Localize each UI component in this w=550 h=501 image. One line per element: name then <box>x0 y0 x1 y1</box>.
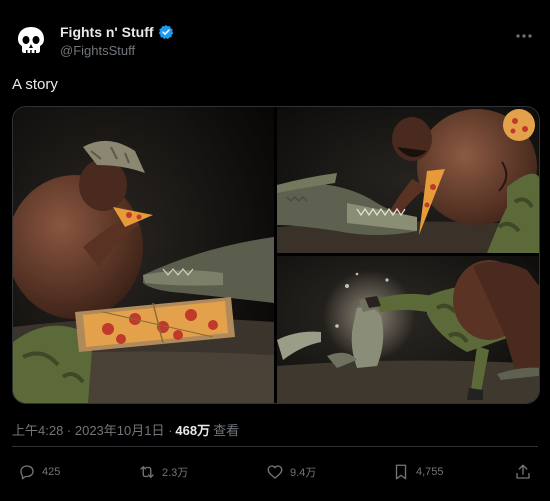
display-name-row: Fights n' Stuff <box>60 24 174 40</box>
verified-badge-icon <box>158 25 173 40</box>
views-count: 468万 <box>175 423 211 438</box>
reply-button[interactable]: 425 <box>18 463 60 481</box>
media-grid <box>12 106 540 404</box>
reply-icon <box>20 465 34 480</box>
post-header: Fights n' Stuff @FightsStuff <box>0 0 550 70</box>
post-meta: 上午4:28 · 2023年10月1日 · 468万 查看 <box>12 420 239 439</box>
avatar[interactable] <box>12 22 50 60</box>
photo-crocodile-biting-pizza <box>277 107 539 253</box>
post-text: A story <box>12 76 58 93</box>
skull-icon <box>18 27 44 53</box>
repost-icon <box>140 466 154 478</box>
heart-icon <box>267 465 283 479</box>
reply-count: 425 <box>42 466 61 478</box>
share-icon <box>516 464 530 479</box>
author-handle[interactable]: @FightsStuff <box>60 43 174 58</box>
bookmark-icon <box>395 464 407 480</box>
more-dots-icon <box>516 34 532 38</box>
action-bar: 425 2.3万 9.4万 4,755 <box>0 455 550 495</box>
repost-button[interactable]: 2.3万 <box>138 463 188 481</box>
author-names: Fights n' Stuff @FightsStuff <box>60 24 174 58</box>
repost-count: 2.3万 <box>162 467 189 479</box>
bookmark-count: 4,755 <box>416 466 444 478</box>
post-timestamp[interactable]: 上午4:28 · 2023年10月1日 · <box>12 423 172 438</box>
photo-man-eating-pizza <box>13 107 274 403</box>
share-button[interactable] <box>514 463 532 481</box>
media-image-2[interactable] <box>277 107 539 253</box>
divider <box>12 446 538 447</box>
like-button[interactable]: 9.4万 <box>266 463 316 481</box>
bookmark-button[interactable]: 4,755 <box>392 463 444 481</box>
like-count: 9.4万 <box>290 467 317 479</box>
media-image-3[interactable] <box>277 256 539 403</box>
author-display-name[interactable]: Fights n' Stuff <box>60 24 154 40</box>
media-image-1[interactable] <box>13 107 274 403</box>
photo-man-kicking-crocodile <box>277 256 539 403</box>
views-label: 查看 <box>213 423 240 438</box>
more-options-button[interactable] <box>514 26 534 51</box>
